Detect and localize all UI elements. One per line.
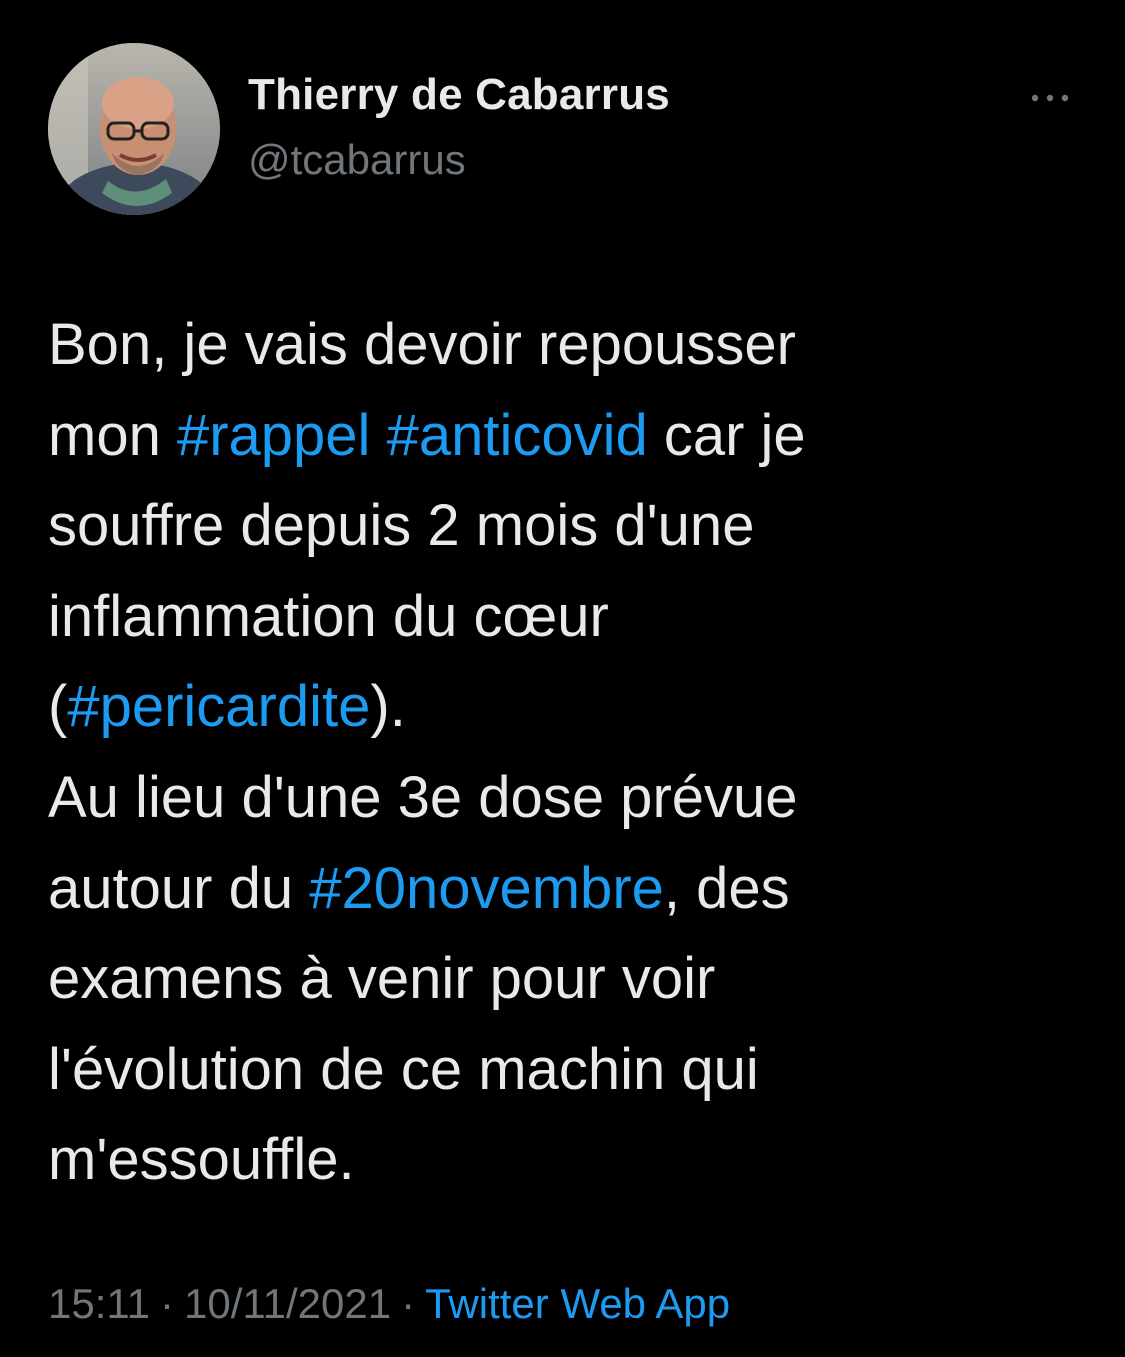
avatar[interactable] <box>48 43 220 215</box>
tweet-text-line: (#pericardite). <box>48 662 1088 753</box>
tweet-text-segment: examens à venir pour voir <box>48 946 716 1012</box>
tweet-text-segment: m'essouffle. <box>48 1127 355 1193</box>
avatar-photo <box>48 43 220 215</box>
tweet-text-line: inflammation du cœur <box>48 572 1088 663</box>
tweet-time[interactable]: 15:11 <box>48 1280 150 1327</box>
tweet-text-segment: inflammation du cœur <box>48 583 609 649</box>
hashtag-link[interactable]: #20novembre <box>309 856 664 921</box>
tweet-source-link[interactable]: Twitter Web App <box>425 1280 730 1327</box>
tweet-text-segment: ). <box>370 674 406 740</box>
tweet-text-line: souffre depuis 2 mois d'une <box>48 481 1088 572</box>
tweet-text-segment: mon <box>48 402 177 468</box>
tweet-date[interactable]: 10/11/2021 <box>184 1280 391 1327</box>
hashtag-link[interactable]: #rappel <box>177 403 370 468</box>
tweet-detail: Thierry de Cabarrus @tcabarrus Bon, je v… <box>0 0 1125 1357</box>
hashtag-link[interactable]: #anticovid <box>387 403 648 468</box>
tweet-text-segment: Au lieu d'une 3e dose prévue <box>48 764 798 830</box>
meta-separator: · <box>401 1280 416 1327</box>
author-handle[interactable]: @tcabarrus <box>248 136 466 184</box>
tweet-text-segment: Bon, je vais devoir repousser <box>48 312 796 377</box>
more-options-button[interactable] <box>1022 80 1078 116</box>
tweet-text-segment: ( <box>48 674 68 740</box>
tweet-text: Bon, je vais devoir repousser mon #rappel… <box>48 300 1088 1206</box>
tweet-text-line: Au lieu d'une 3e dose prévue <box>48 753 1088 844</box>
tweet-text-line: autour du #20novembre, des <box>48 844 1088 935</box>
tweet-text-line: mon #rappel #anticovid car je <box>48 391 1088 482</box>
tweet-text-segment <box>370 403 386 468</box>
tweet-text-line: l'évolution de ce machin qui <box>48 1025 1088 1116</box>
tweet-text-segment: autour du <box>48 855 310 921</box>
tweet-text-segment: souffre depuis 2 mois d'une <box>48 493 755 559</box>
meta-separator: · <box>160 1280 174 1327</box>
tweet-text-segment: car je <box>647 402 806 468</box>
tweet-text-line: m'essouffle. <box>48 1115 1088 1206</box>
hashtag-link[interactable]: #pericardite <box>67 674 370 739</box>
tweet-metadata: 15:11 · 10/11/2021 · Twitter Web App <box>48 1280 730 1328</box>
more-horizontal-icon <box>1031 94 1069 102</box>
tweet-text-line: Bon, je vais devoir repousser <box>48 300 1088 391</box>
tweet-text-segment: l'évolution de ce machin qui <box>48 1036 759 1102</box>
author-name[interactable]: Thierry de Cabarrus <box>248 70 670 120</box>
tweet-text-line: examens à venir pour voir <box>48 934 1088 1025</box>
tweet-text-segment: , des <box>663 855 790 921</box>
